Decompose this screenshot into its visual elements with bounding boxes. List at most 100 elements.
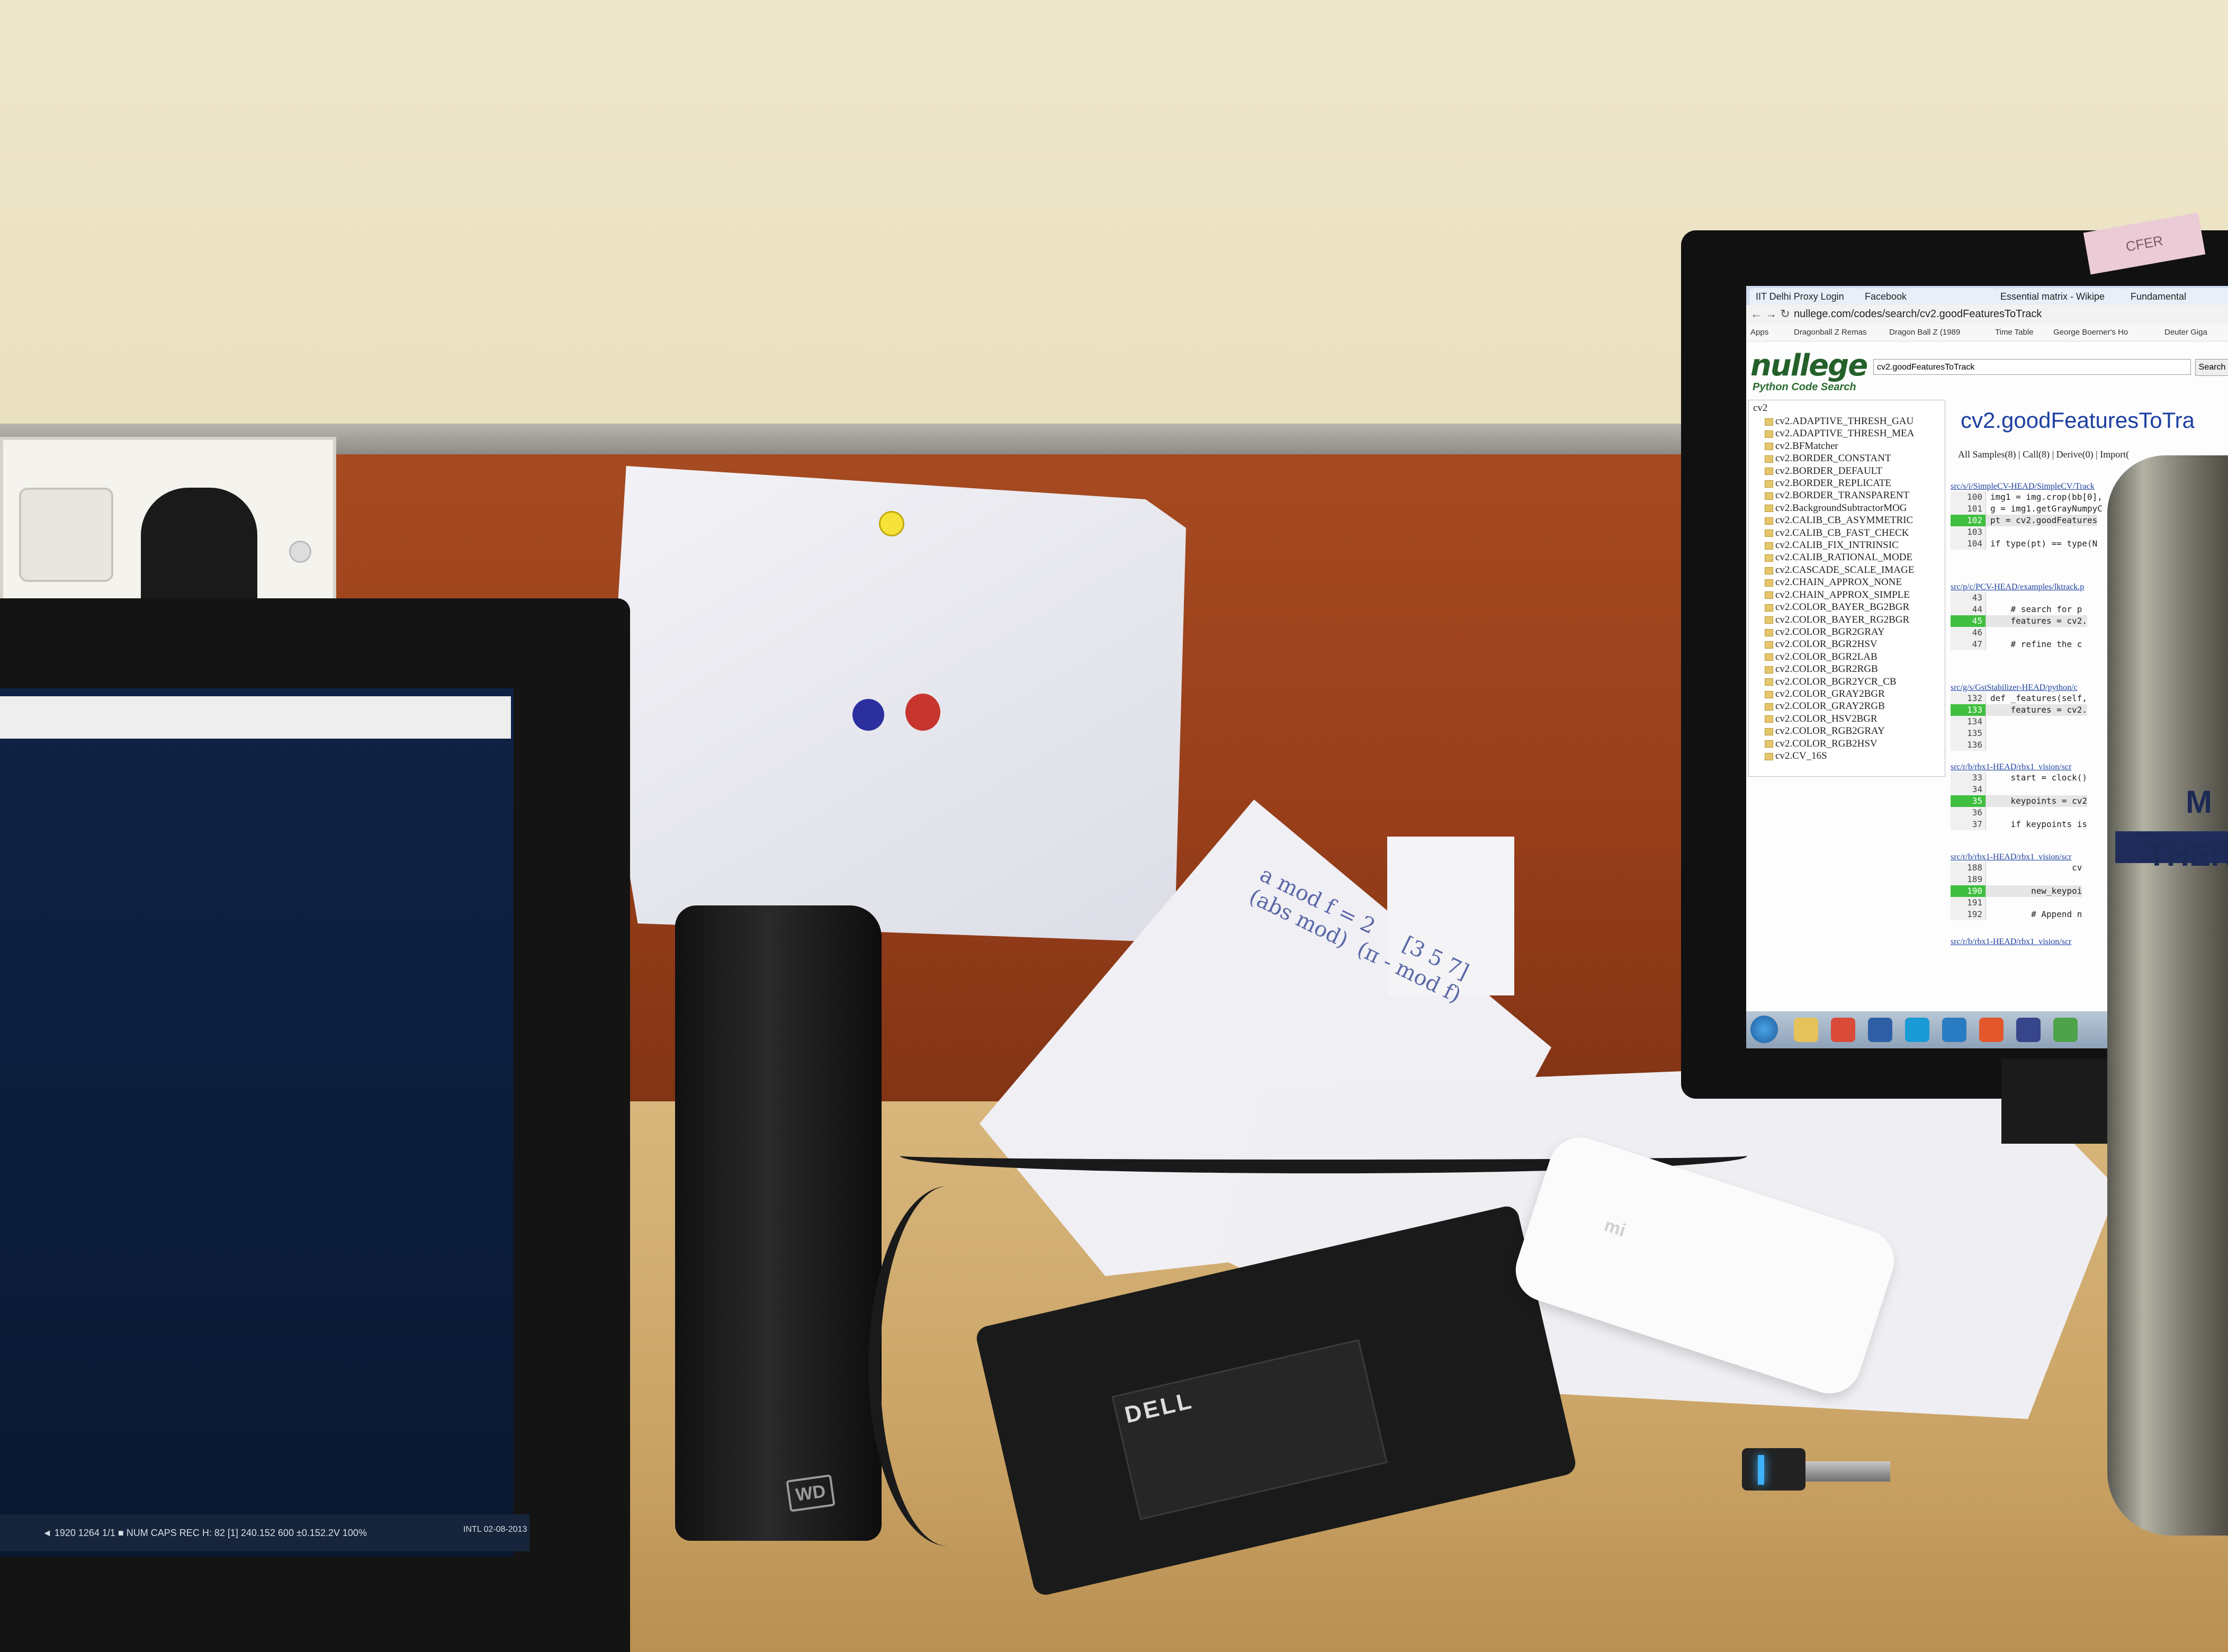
tree-item[interactable]: cv2.COLOR_BGR2RGB bbox=[1765, 663, 1914, 675]
nav-arrows-icon[interactable]: ← → ↻ bbox=[1750, 307, 1790, 321]
code-line: # search for p bbox=[1990, 604, 2082, 614]
app-icon-2[interactable] bbox=[2016, 1018, 2041, 1042]
line-number: 189 bbox=[1951, 874, 1986, 885]
line-number: 35 bbox=[1951, 795, 1986, 807]
line-number: 135 bbox=[1951, 728, 1986, 739]
start-button[interactable] bbox=[1750, 1016, 1778, 1043]
tree-item[interactable]: cv2.BackgroundSubtractorMOG bbox=[1765, 502, 1914, 514]
tree-item[interactable]: cv2.COLOR_BGR2HSV bbox=[1765, 638, 1914, 650]
line-number: 136 bbox=[1951, 739, 1986, 751]
tree-item[interactable]: cv2.CALIB_FIX_INTRINSIC bbox=[1765, 539, 1914, 551]
line-number: 46 bbox=[1951, 627, 1986, 639]
browser-tab-bar: IIT Delhi Proxy Login Facebook Essential… bbox=[1746, 286, 2228, 305]
tree-item[interactable]: cv2.CALIB_CB_FAST_CHECK bbox=[1765, 527, 1914, 539]
code-line: img1 = img.crop(bb[0], bbox=[1990, 492, 2103, 502]
usb-led bbox=[1758, 1455, 1764, 1485]
code-line: def _features(self, bbox=[1990, 693, 2088, 703]
line-number: 104 bbox=[1951, 538, 1986, 550]
skype-icon[interactable] bbox=[1905, 1018, 1929, 1042]
tree-item[interactable]: cv2.BORDER_DEFAULT bbox=[1765, 465, 1914, 477]
search-input[interactable]: cv2.goodFeaturesToTrack bbox=[1873, 359, 2191, 375]
search-button[interactable]: Search bbox=[2195, 359, 2228, 376]
tree-item[interactable]: cv2.CV_16S bbox=[1765, 750, 1914, 762]
blue-marker-dot bbox=[852, 699, 884, 731]
bookmark-dbz[interactable]: Dragon Ball Z (1989 bbox=[1889, 324, 1960, 341]
laptop-clock: INTL 02-08-2013 bbox=[463, 1525, 527, 1534]
line-number: 103 bbox=[1951, 526, 1986, 538]
tab-iit-proxy[interactable]: IIT Delhi Proxy Login bbox=[1749, 288, 1862, 305]
line-number: 33 bbox=[1951, 772, 1986, 784]
chrome-icon[interactable] bbox=[1831, 1018, 1855, 1042]
tree-item[interactable]: cv2.ADAPTIVE_THRESH_MEA bbox=[1765, 427, 1914, 439]
tree-item[interactable]: cv2.CHAIN_APPROX_NONE bbox=[1765, 576, 1914, 588]
socket-icon bbox=[19, 488, 113, 582]
site-tagline: Python Code Search bbox=[1753, 381, 1856, 393]
red-marker-dot bbox=[905, 694, 940, 731]
tree-item[interactable]: cv2.BORDER_TRANSPARENT bbox=[1765, 489, 1914, 501]
address-bar[interactable]: ← → ↻ nullege.com/codes/search/cv2.goodF… bbox=[1746, 305, 2228, 325]
site-logo[interactable]: nullege bbox=[1750, 348, 1868, 383]
laptop-taskbar: ◄ 1920 1264 1/1 ■ NUM CAPS REC H: 82 [1]… bbox=[0, 1514, 529, 1551]
url-text[interactable]: nullege.com/codes/search/cv2.goodFeature… bbox=[1794, 308, 2042, 320]
bookmark-timetable[interactable]: Time Table bbox=[1995, 324, 2034, 341]
app-icon-3[interactable] bbox=[2053, 1018, 2078, 1042]
code-line: if keypoints is bbox=[1990, 819, 2088, 829]
line-number: 101 bbox=[1951, 503, 1986, 515]
tab-fundamental[interactable]: Fundamental bbox=[2124, 288, 2228, 305]
bookmark-apps[interactable]: Apps bbox=[1750, 324, 1768, 341]
tree-item[interactable]: cv2.BFMatcher bbox=[1765, 440, 1914, 452]
sample-filter-links[interactable]: All Samples(8) | Call(8) | Derive(0) | I… bbox=[1958, 449, 2129, 460]
folder-icon[interactable] bbox=[1794, 1018, 1818, 1042]
code-line: start = clock() bbox=[1990, 773, 2088, 783]
code-line: if type(pt) == type(N bbox=[1990, 538, 2098, 549]
tree-item[interactable]: cv2.COLOR_BGR2GRAY bbox=[1765, 626, 1914, 638]
tab-facebook[interactable]: Facebook bbox=[1858, 288, 1997, 305]
line-number: 192 bbox=[1951, 909, 1986, 920]
tree-item[interactable]: cv2.COLOR_GRAY2RGB bbox=[1765, 700, 1914, 712]
line-number: 188 bbox=[1951, 862, 1986, 874]
flask-label: THER bbox=[2147, 837, 2228, 873]
usb-plug bbox=[1742, 1448, 1805, 1491]
line-number: 37 bbox=[1951, 819, 1986, 830]
tree-item[interactable]: cv2.CHAIN_APPROX_SIMPLE bbox=[1765, 589, 1914, 601]
tree-item[interactable]: cv2.CASCADE_SCALE_IMAGE bbox=[1765, 564, 1914, 576]
tree-root[interactable]: cv2 bbox=[1753, 402, 1767, 414]
tree-item[interactable]: cv2.COLOR_BGR2YCR_CB bbox=[1765, 676, 1914, 688]
tree-item[interactable]: cv2.COLOR_GRAY2BGR bbox=[1765, 688, 1914, 700]
code-line: keypoints = cv2 bbox=[1986, 795, 2088, 807]
code-line: g = img1.getGrayNumpyC bbox=[1990, 504, 2103, 514]
tree-item[interactable]: cv2.COLOR_BAYER_BG2BGR bbox=[1765, 601, 1914, 613]
tree-item[interactable]: cv2.CALIB_RATIONAL_MODE bbox=[1765, 551, 1914, 563]
module-tree[interactable]: cv2 cv2.ADAPTIVE_THRESH_GAU cv2.ADAPTIVE_… bbox=[1748, 400, 1945, 777]
tree-item[interactable]: cv2.BORDER_REPLICATE bbox=[1765, 477, 1914, 489]
tab-essential-matrix[interactable]: Essential matrix - Wikipe bbox=[1994, 288, 2127, 305]
tree-item[interactable]: cv2.BORDER_CONSTANT bbox=[1765, 452, 1914, 464]
switch-indicator bbox=[289, 541, 311, 563]
flask-label-top: M bbox=[2186, 784, 2212, 820]
code-line: pt = cv2.goodFeatures bbox=[1986, 515, 2098, 526]
computer-icon[interactable] bbox=[1868, 1018, 1892, 1042]
line-number: 45 bbox=[1951, 615, 1986, 627]
tree-item[interactable]: cv2.CALIB_CB_ASYMMETRIC bbox=[1765, 514, 1914, 526]
app-icon[interactable] bbox=[1942, 1018, 1966, 1042]
mi-icon[interactable] bbox=[1979, 1018, 2004, 1042]
tree-item[interactable]: cv2.ADAPTIVE_THRESH_GAU bbox=[1765, 415, 1914, 427]
pushpin-icon bbox=[879, 511, 904, 536]
tree-item[interactable]: cv2.COLOR_HSV2BGR bbox=[1765, 713, 1914, 725]
tree-item[interactable]: cv2.COLOR_RGB2HSV bbox=[1765, 738, 1914, 750]
laptop-window-titlebar bbox=[0, 696, 511, 739]
tree-item[interactable]: cv2.COLOR_RGB2GRAY bbox=[1765, 725, 1914, 737]
tree-item[interactable]: cv2.COLOR_BAYER_RG2BGR bbox=[1765, 614, 1914, 626]
code-line: cv bbox=[1990, 863, 2082, 873]
bookmark-dragonball[interactable]: Dragonball Z Remas bbox=[1794, 324, 1867, 341]
bookmark-george[interactable]: George Boerner's Ho bbox=[2053, 324, 2128, 341]
bookmark-deuter[interactable]: Deuter Giga bbox=[2164, 324, 2207, 341]
laptop-screen bbox=[0, 688, 514, 1557]
tree-item[interactable]: cv2.COLOR_BGR2LAB bbox=[1765, 651, 1914, 663]
connector-tip bbox=[1805, 1461, 1890, 1482]
